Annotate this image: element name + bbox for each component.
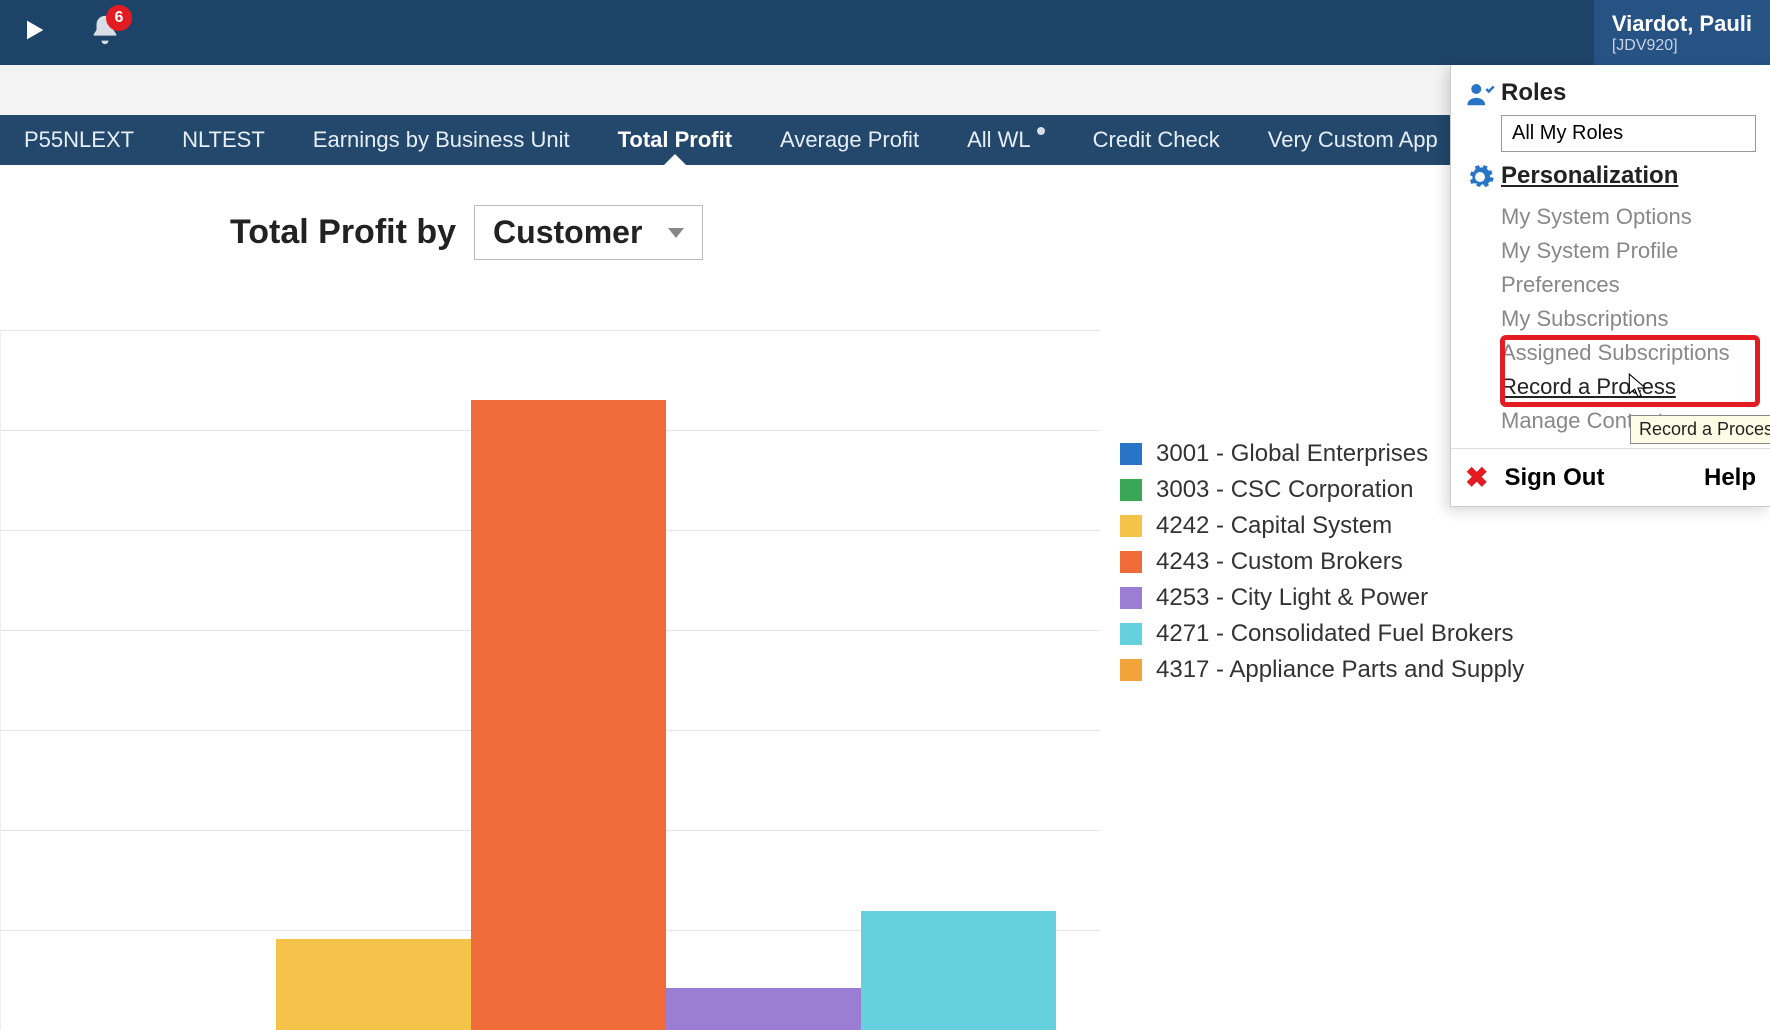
- legend-swatch: [1120, 443, 1142, 465]
- dimension-select[interactable]: Customer: [474, 205, 703, 260]
- top-bar: 6 Viardot, Pauli [JDV920]: [0, 0, 1770, 65]
- tab-label: Very Custom App: [1268, 127, 1438, 153]
- roles-icon: [1465, 79, 1501, 114]
- chart-title-prefix: Total Profit by: [230, 213, 456, 252]
- roles-select-value: All My Roles: [1512, 122, 1623, 144]
- legend-label: 4253 - City Light & Power: [1156, 584, 1428, 612]
- legend-label: 3001 - Global Enterprises: [1156, 440, 1428, 468]
- legend-item[interactable]: 4271 - Consolidated Fuel Brokers: [1120, 620, 1524, 648]
- tab-label: Total Profit: [618, 127, 732, 153]
- indicator-dot: [1037, 127, 1045, 135]
- close-icon: ✖: [1465, 461, 1488, 494]
- legend-swatch: [1120, 551, 1142, 573]
- tab-very-custom-app[interactable]: Very Custom App: [1244, 115, 1462, 165]
- panel-item-preferences[interactable]: Preferences: [1501, 268, 1756, 302]
- legend-label: 4317 - Appliance Parts and Supply: [1156, 656, 1524, 684]
- legend-label: 4243 - Custom Brokers: [1156, 548, 1403, 576]
- chart-legend: 3001 - Global Enterprises 3003 - CSC Corp…: [1120, 440, 1524, 1030]
- tab-credit-check[interactable]: Credit Check: [1069, 115, 1244, 165]
- legend-item[interactable]: 4242 - Capital System: [1120, 512, 1524, 540]
- bell-icon: [88, 34, 122, 51]
- tab-label: Credit Check: [1093, 127, 1220, 153]
- sign-out-label: Sign Out: [1504, 464, 1604, 492]
- run-icon[interactable]: [20, 14, 48, 51]
- legend-swatch: [1120, 479, 1142, 501]
- panel-item-record-a-process[interactable]: Record a Process: [1501, 370, 1756, 404]
- chart-plot: [0, 330, 1100, 1030]
- help-link[interactable]: Help: [1704, 464, 1756, 492]
- tab-p55nlext[interactable]: P55NLEXT: [0, 115, 158, 165]
- tab-label: Average Profit: [780, 127, 919, 153]
- user-menu-button[interactable]: Viardot, Pauli [JDV920]: [1594, 0, 1770, 65]
- tab-label: All WL: [967, 127, 1031, 153]
- legend-label: 4242 - Capital System: [1156, 512, 1392, 540]
- tab-total-profit[interactable]: Total Profit: [594, 115, 756, 165]
- chevron-down-icon: [668, 228, 684, 238]
- gridline: [1, 330, 1100, 331]
- legend-swatch: [1120, 659, 1142, 681]
- panel-item-my-system-options[interactable]: My System Options: [1501, 200, 1756, 234]
- legend-item[interactable]: 4243 - Custom Brokers: [1120, 548, 1524, 576]
- legend-item[interactable]: 4317 - Appliance Parts and Supply: [1120, 656, 1524, 684]
- bar-4242-capital-system[interactable]: [276, 939, 471, 1030]
- bar-4243-custom-brokers[interactable]: [471, 400, 666, 1030]
- tab-average-profit[interactable]: Average Profit: [756, 115, 943, 165]
- panel-item-my-system-profile[interactable]: My System Profile: [1501, 234, 1756, 268]
- tab-earnings-by-business-unit[interactable]: Earnings by Business Unit: [289, 115, 594, 165]
- legend-swatch: [1120, 623, 1142, 645]
- user-id: [JDV920]: [1612, 37, 1752, 55]
- dimension-select-value: Customer: [493, 214, 642, 250]
- user-name: Viardot, Pauli: [1612, 11, 1752, 37]
- tab-nltest[interactable]: NLTEST: [158, 115, 289, 165]
- roles-header: Roles: [1501, 79, 1756, 107]
- notifications-button[interactable]: 6: [88, 13, 122, 52]
- tab-label: P55NLEXT: [24, 127, 134, 153]
- roles-select[interactable]: All My Roles: [1501, 115, 1756, 152]
- tab-label: NLTEST: [182, 127, 265, 153]
- tooltip: Record a Process: [1630, 415, 1770, 444]
- notification-badge: 6: [106, 5, 132, 31]
- tab-label: Earnings by Business Unit: [313, 127, 570, 153]
- personalization-header[interactable]: Personalization: [1501, 162, 1756, 190]
- gear-icon: [1465, 162, 1501, 197]
- legend-label: 3003 - CSC Corporation: [1156, 476, 1413, 504]
- bar-4253-city-light-power[interactable]: [666, 988, 861, 1030]
- legend-swatch: [1120, 587, 1142, 609]
- legend-item[interactable]: 4253 - City Light & Power: [1120, 584, 1524, 612]
- tab-all-wl[interactable]: All WL: [943, 115, 1069, 165]
- legend-label: 4271 - Consolidated Fuel Brokers: [1156, 620, 1514, 648]
- legend-swatch: [1120, 515, 1142, 537]
- panel-item-assigned-subscriptions[interactable]: Assigned Subscriptions: [1501, 336, 1756, 370]
- panel-item-my-subscriptions[interactable]: My Subscriptions: [1501, 302, 1756, 336]
- sign-out-button[interactable]: ✖ Sign Out: [1465, 461, 1704, 494]
- bar-4271-consolidated-fuel-brokers[interactable]: [861, 911, 1056, 1030]
- panel-footer: ✖ Sign Out Help: [1451, 448, 1770, 506]
